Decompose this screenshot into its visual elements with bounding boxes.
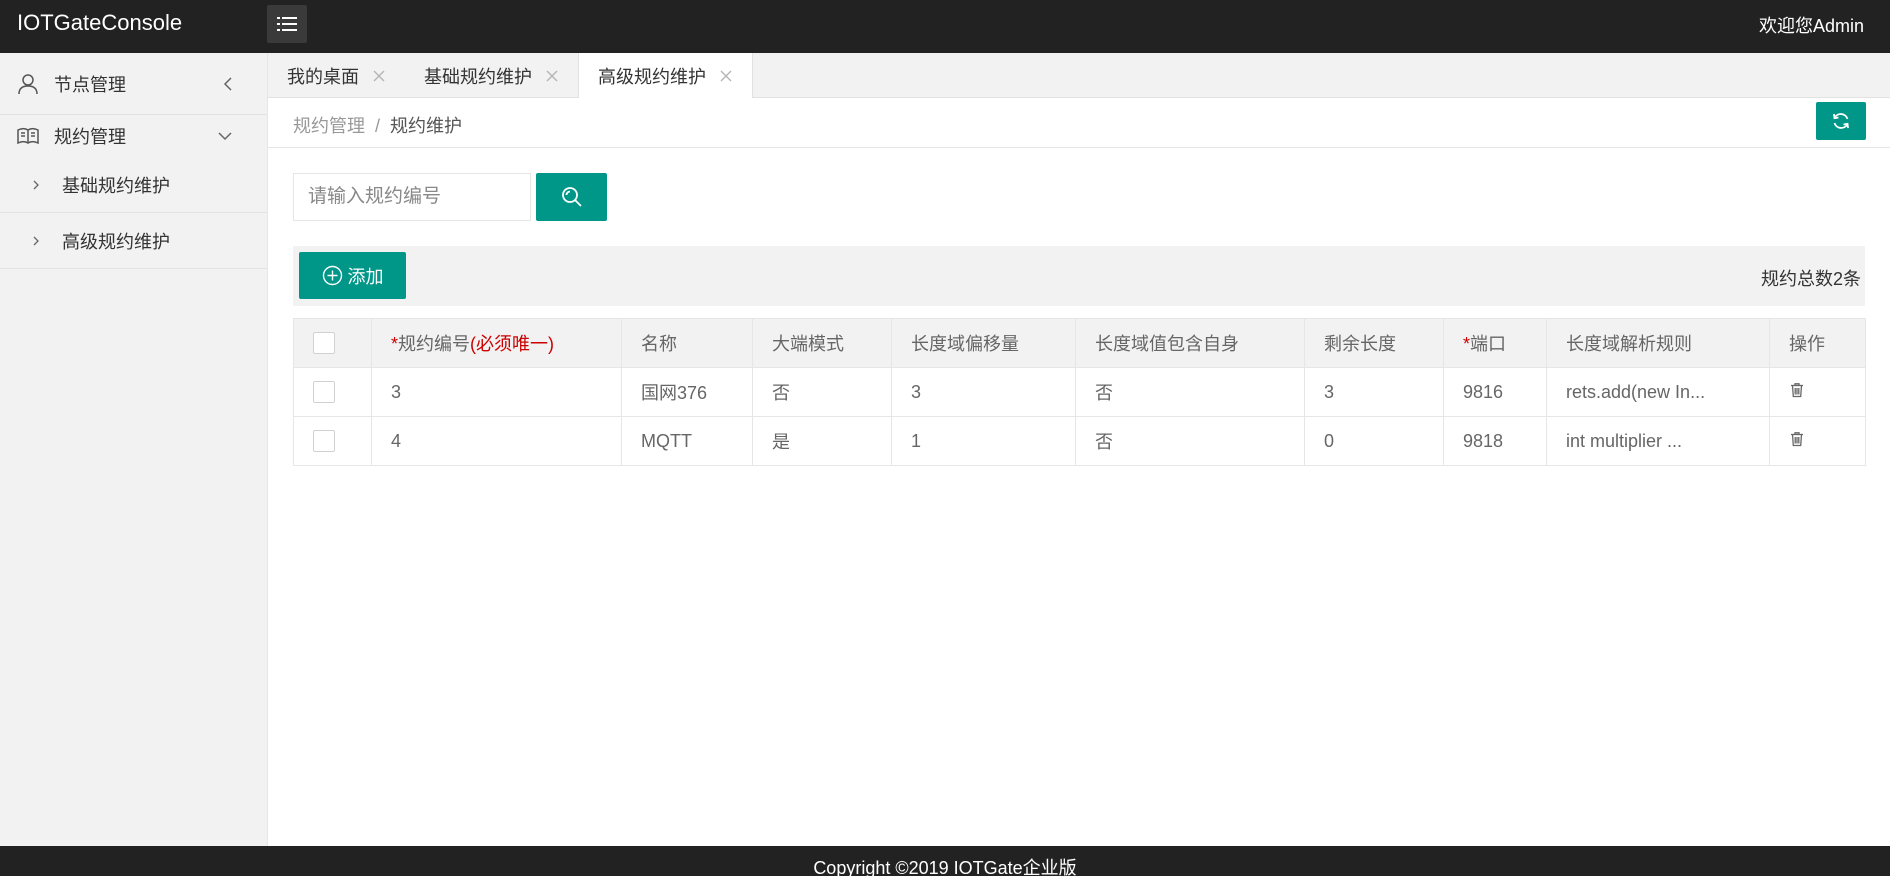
header-required-note: (必须唯一) [470, 334, 555, 354]
protocol-table: *规约编号(必须唯一) 名称 大端模式 长度域偏移量 长度域值包含自身 剩余长度… [293, 318, 1866, 466]
cell-length-include-self[interactable]: 否 [1075, 367, 1305, 417]
tab-label: 高级规约维护 [598, 67, 706, 87]
breadcrumb-separator: / [375, 116, 381, 136]
cell-action [1769, 367, 1866, 417]
header-length-rule: 长度域解析规则 [1546, 318, 1770, 368]
menu-toggle-button[interactable] [267, 5, 307, 43]
cell-port[interactable]: 9818 [1443, 416, 1547, 466]
cell-action [1769, 416, 1866, 466]
sidebar-group-label: 规约管理 [54, 127, 126, 147]
breadcrumb: 规约管理 / 规约维护 [293, 112, 462, 138]
cell-length-rule[interactable]: int multiplier ... [1546, 416, 1770, 466]
header-length-offset: 长度域偏移量 [891, 318, 1076, 368]
cell-remaining-length[interactable]: 3 [1304, 367, 1444, 417]
tab-label: 基础规约维护 [424, 66, 532, 87]
refresh-icon [1833, 113, 1849, 129]
welcome-user[interactable]: 欢迎您Admin [1759, 12, 1864, 38]
add-button-label: 添加 [347, 266, 384, 287]
refresh-button[interactable] [1816, 102, 1866, 140]
required-mark: * [391, 334, 399, 354]
row-select-cell [293, 416, 372, 466]
user-icon [16, 72, 40, 96]
header-label: 规约编号 [398, 334, 471, 354]
table-header-row: *规约编号(必须唯一) 名称 大端模式 长度域偏移量 长度域值包含自身 剩余长度… [293, 318, 1866, 368]
sidebar: 节点管理 规约管理 基础规约维护 高级规约维护 [0, 53, 268, 846]
cell-length-offset[interactable]: 1 [891, 416, 1076, 466]
sidebar-item-advanced-protocol[interactable]: 高级规约维护 [0, 213, 267, 269]
table-row: 4 MQTT 是 1 否 0 9818 int multiplier ... [293, 416, 1866, 466]
row-select-cell [293, 367, 372, 417]
header-protocol-id: *规约编号(必须唯一) [371, 318, 622, 368]
sidebar-item-basic-protocol[interactable]: 基础规约维护 [0, 157, 267, 213]
trash-icon[interactable] [1789, 382, 1805, 398]
row-checkbox[interactable] [313, 381, 335, 404]
header-port: *端口 [1443, 318, 1547, 368]
header-action: 操作 [1769, 318, 1866, 368]
breadcrumb-parent[interactable]: 规约管理 [293, 116, 365, 136]
header-length-include-self: 长度域值包含自身 [1075, 318, 1305, 368]
required-mark: * [1463, 334, 1471, 354]
sidebar-group-node-management[interactable]: 节点管理 [0, 53, 267, 115]
cell-port[interactable]: 9816 [1443, 367, 1547, 417]
search-button[interactable] [536, 173, 607, 221]
cell-protocol-id[interactable]: 4 [371, 416, 622, 466]
cell-big-endian[interactable]: 是 [752, 416, 892, 466]
tab-my-desktop[interactable]: 我的桌面 [268, 53, 405, 98]
table-row: 3 国网376 否 3 否 3 9816 rets.add(new In... [293, 367, 1866, 417]
header-label: 端口 [1470, 334, 1507, 354]
tab-label: 我的桌面 [287, 66, 359, 87]
cell-name[interactable]: MQTT [621, 416, 753, 466]
sidebar-item-label: 基础规约维护 [62, 175, 170, 196]
app-logo[interactable]: IOTGateConsole [17, 10, 182, 36]
row-checkbox[interactable] [313, 430, 335, 453]
header-big-endian: 大端模式 [752, 318, 892, 368]
tab-bar: 我的桌面 基础规约维护 高级规约维护 [268, 53, 1890, 99]
protocol-id-search-input[interactable] [293, 173, 531, 221]
add-button[interactable]: 添加 [299, 252, 406, 299]
chevron-down-icon [217, 131, 233, 141]
chevron-left-icon [223, 76, 233, 92]
cell-remaining-length[interactable]: 0 [1304, 416, 1444, 466]
trash-icon[interactable] [1789, 431, 1805, 447]
chevron-right-icon [32, 179, 40, 191]
tab-advanced-protocol[interactable]: 高级规约维护 [578, 53, 753, 99]
search-icon [561, 187, 582, 207]
header-select-all [293, 318, 372, 368]
sidebar-group-protocol-management[interactable]: 规约管理 [0, 115, 267, 157]
footer-copyright: Copyright ©2019 IOTGate企业版 [813, 858, 1077, 876]
header-remaining-length: 剩余长度 [1304, 318, 1444, 368]
cell-protocol-id[interactable]: 3 [371, 367, 622, 417]
breadcrumb-current: 规约维护 [390, 116, 463, 136]
close-icon[interactable] [546, 70, 558, 82]
add-circle-icon [322, 265, 343, 286]
sidebar-group-label: 节点管理 [54, 74, 126, 95]
cell-length-rule[interactable]: rets.add(new In... [1546, 367, 1770, 417]
book-icon [16, 124, 40, 148]
footer: Copyright ©2019 IOTGate企业版 [0, 846, 1890, 876]
cell-big-endian[interactable]: 否 [752, 367, 892, 417]
tab-basic-protocol[interactable]: 基础规约维护 [405, 53, 578, 98]
close-icon[interactable] [373, 70, 385, 82]
sidebar-item-label: 高级规约维护 [62, 231, 170, 252]
top-header: IOTGateConsole 欢迎您Admin [0, 0, 1890, 53]
chevron-right-icon [32, 235, 40, 247]
cell-name[interactable]: 国网376 [621, 367, 753, 417]
close-icon[interactable] [720, 70, 732, 82]
total-count: 规约总数2条 [1760, 269, 1861, 289]
list-icon [277, 17, 297, 31]
header-name: 名称 [621, 318, 753, 368]
cell-length-include-self[interactable]: 否 [1075, 416, 1305, 466]
table-toolbar: 添加 规约总数2条 [293, 246, 1865, 306]
cell-length-offset[interactable]: 3 [891, 367, 1076, 417]
select-all-checkbox[interactable] [313, 332, 335, 355]
breadcrumb-bar: 规约管理 / 规约维护 [268, 98, 1890, 148]
